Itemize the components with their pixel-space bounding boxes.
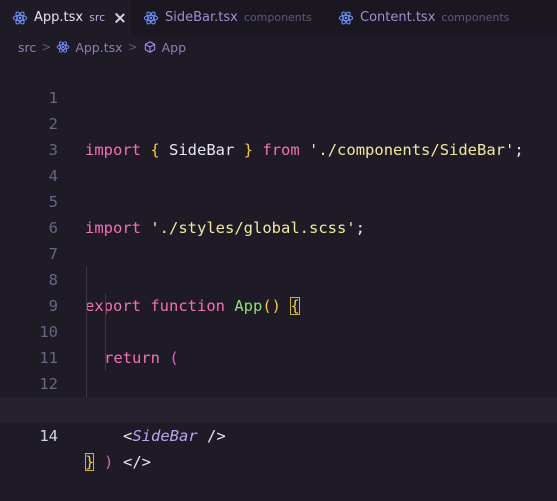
- react-icon: [143, 11, 159, 24]
- react-icon: [12, 11, 28, 24]
- code-line: 11 <SideBar />: [0, 319, 557, 445]
- tab-content-tsx[interactable]: Content.tsx components: [318, 0, 557, 35]
- code-line: 2 import { SideBar } from './components/…: [0, 85, 557, 159]
- indent-guide: [86, 293, 87, 319]
- breadcrumb-separator: >: [127, 40, 138, 54]
- code-line: 5 import './styles/global.scss';: [0, 163, 557, 237]
- parenthesis: ): [104, 453, 114, 471]
- tab-label: SideBar.tsx: [165, 10, 238, 25]
- tab-bar: App.tsx src SideBar.tsx components Conte…: [0, 0, 557, 35]
- code-line: 10 <>: [0, 293, 557, 419]
- code-line: 12 </>: [0, 345, 557, 471]
- line-number: 14: [39, 427, 58, 445]
- code-line: 8 export function App() {: [0, 241, 557, 315]
- breadcrumb-separator: >: [41, 40, 52, 54]
- close-icon[interactable]: [113, 11, 121, 25]
- react-icon: [57, 41, 70, 53]
- code-line: 9 return (: [0, 267, 557, 367]
- tab-label: App.tsx: [34, 10, 84, 25]
- indent-guide: [86, 319, 87, 345]
- code-line-current: 14 }: [0, 397, 557, 471]
- breadcrumb-file[interactable]: App.tsx: [75, 40, 122, 55]
- code-line: 1: [0, 59, 557, 107]
- breadcrumb-folder[interactable]: src: [18, 40, 36, 55]
- brace: }: [85, 453, 95, 471]
- react-icon: [338, 11, 354, 24]
- jsx-bracket: />: [207, 427, 226, 445]
- code-line: 6: [0, 189, 557, 237]
- code-line: 7: [0, 215, 557, 263]
- code-editor[interactable]: 1 2 import { SideBar } from './component…: [0, 59, 557, 471]
- tab-label: Content.tsx: [360, 10, 436, 25]
- indent-guide: [86, 371, 87, 397]
- tab-directory: components: [441, 11, 510, 24]
- code-line: 4: [0, 137, 557, 185]
- jsx-bracket: <: [123, 427, 133, 445]
- code-line: 3: [0, 111, 557, 159]
- tab-sidebar-tsx[interactable]: SideBar.tsx components: [131, 0, 318, 35]
- indent-guide: [86, 267, 87, 293]
- indent-guide: [105, 293, 106, 319]
- cube-icon: [144, 41, 155, 53]
- tab-directory: src: [89, 11, 106, 24]
- code-line: 13 ): [0, 371, 557, 471]
- indent-guide: [105, 345, 106, 371]
- breadcrumb-symbol[interactable]: App: [162, 40, 186, 55]
- indent-guide: [105, 319, 106, 345]
- indent-guide: [86, 345, 87, 371]
- jsx-fragment: </>: [123, 453, 151, 471]
- tab-app-tsx[interactable]: App.tsx src: [0, 0, 131, 35]
- breadcrumb: src > App.tsx > App: [0, 35, 557, 59]
- tab-directory: components: [243, 11, 312, 24]
- jsx-component: SideBar: [132, 427, 198, 445]
